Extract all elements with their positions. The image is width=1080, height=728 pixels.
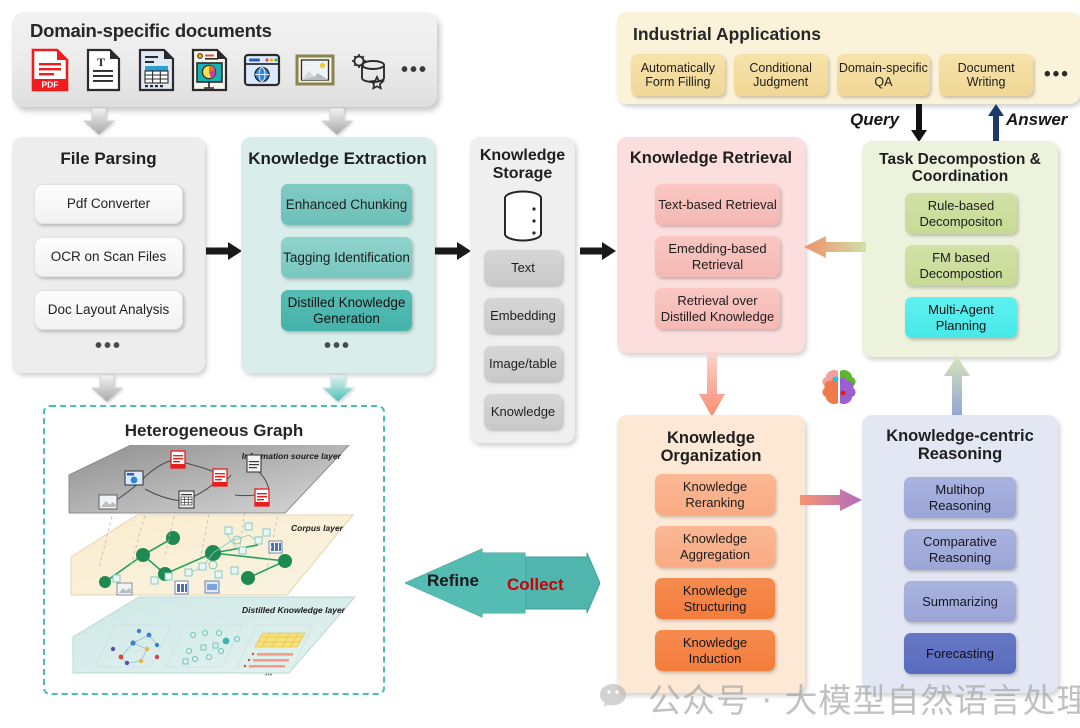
- arrow-file-parsing-to-extraction: [206, 242, 242, 260]
- knowledge-extraction-item-2[interactable]: Distilled Knowledge Generation: [281, 290, 412, 331]
- image-file-icon: [295, 54, 335, 86]
- knowledge-extraction-panel: Knowledge Extraction Enhanced Chunking T…: [241, 137, 434, 373]
- task-decomposition-title: Task Decompostion & Coordination: [879, 151, 1041, 186]
- graph-layers-illustration: Distilled Knowledge layer ••• Corpus lay…: [68, 445, 357, 679]
- task-decomposition-item-1[interactable]: FM based Decompostion: [905, 245, 1017, 286]
- knowledge-reasoning-item-3[interactable]: Forecasting: [904, 633, 1016, 674]
- file-parsing-item-2[interactable]: Doc Layout Analysis: [34, 290, 183, 330]
- database-cylinder-icon: [504, 190, 542, 242]
- knowledge-extraction-item-0[interactable]: Enhanced Chunking: [281, 184, 412, 225]
- file-parsing-panel: File Parsing Pdf Converter OCR on Scan F…: [12, 137, 205, 373]
- task-decomposition-item-0[interactable]: Rule-based Decompositon: [905, 193, 1017, 234]
- industrial-applications-panel: Industrial Applications Automatically Fo…: [617, 12, 1080, 104]
- collect-label: Collect: [507, 575, 564, 594]
- knowledge-organization-title: Knowledge Organization: [660, 429, 762, 466]
- arrow-retrieval-to-organization: [699, 352, 725, 417]
- knowledge-reasoning-item-0[interactable]: Multihop Reasoning: [904, 477, 1016, 518]
- knowledge-organization-item-3[interactable]: Knowledge Induction: [655, 630, 775, 671]
- file-parsing-item-0[interactable]: Pdf Converter: [34, 184, 183, 224]
- svg-text:•••: •••: [265, 672, 273, 679]
- arrow-extraction-to-storage: [435, 242, 471, 260]
- arrow-extraction-to-graph: [321, 375, 355, 402]
- industrial-app-item-2[interactable]: Domain-specific QA: [836, 54, 931, 96]
- knowledge-retrieval-item-2[interactable]: Retrieval over Distilled Knowledge: [655, 288, 780, 329]
- answer-label: Answer: [1006, 110, 1068, 129]
- task-decomposition-panel: Task Decompostion & Coordination Rule-ba…: [862, 141, 1058, 357]
- knowledge-organization-item-1[interactable]: Knowledge Aggregation: [655, 526, 775, 567]
- arrow-reasoning-to-taskdec: [944, 356, 970, 418]
- web-page-icon: [243, 53, 281, 87]
- spreadsheet-icon: [138, 48, 175, 92]
- knowledge-storage-panel: Knowledge Storage Text Embedding Image/t…: [470, 137, 575, 443]
- layer-label-corpus: Corpus layer: [291, 523, 344, 533]
- arrow-file-parsing-to-graph: [90, 375, 124, 402]
- industrial-applications-row: Automatically Form Filling Conditional J…: [631, 54, 1070, 96]
- knowledge-retrieval-item-1[interactable]: Emedding-based Retrieval: [655, 236, 780, 277]
- industrial-app-item-3[interactable]: Document Writing: [939, 54, 1033, 96]
- heterogeneous-graph-title: Heterogeneous Graph: [124, 421, 304, 440]
- domain-documents-title: Domain-specific documents: [30, 20, 272, 41]
- arrow-storage-to-retrieval: [580, 242, 616, 260]
- knowledge-organization-item-2[interactable]: Knowledge Structuring: [655, 578, 775, 619]
- knowledge-storage-item-1[interactable]: Embedding: [484, 298, 562, 333]
- knowledge-retrieval-panel: Knowledge Retrieval Text-based Retrieval…: [617, 137, 805, 353]
- refine-collect-group: Refine Collect: [405, 543, 600, 623]
- knowledge-reasoning-title: Knowledge-centric Reasoning: [886, 427, 1034, 464]
- arrow-organization-to-reasoning: [800, 489, 862, 511]
- knowledge-reasoning-item-2[interactable]: Summarizing: [904, 581, 1016, 622]
- arrow-taskdec-to-retrieval: [804, 236, 866, 258]
- industrial-applications-title: Industrial Applications: [633, 24, 821, 44]
- knowledge-retrieval-title: Knowledge Retrieval: [629, 149, 793, 167]
- database-settings-icon: [352, 54, 385, 90]
- knowledge-extraction-more-dots: •••: [323, 335, 351, 357]
- layer-label-distilled: Distilled Knowledge layer: [242, 605, 346, 615]
- file-parsing-more-dots: •••: [94, 335, 122, 357]
- knowledge-extraction-title: Knowledge Extraction: [248, 149, 427, 168]
- knowledge-storage-item-2[interactable]: Image/table: [484, 346, 562, 381]
- knowledge-reasoning-item-1[interactable]: Comparative Reasoning: [904, 529, 1016, 570]
- industrial-applications-more-dots: •••: [1044, 64, 1070, 85]
- file-parsing-item-1[interactable]: OCR on Scan Files: [34, 237, 183, 277]
- knowledge-storage-item-3[interactable]: Knowledge: [484, 394, 562, 429]
- query-arrow: [911, 104, 927, 142]
- knowledge-retrieval-item-0[interactable]: Text-based Retrieval: [655, 184, 780, 225]
- brain-cluster-icon: [822, 369, 856, 405]
- documents-more-dots: •••: [401, 58, 429, 81]
- arrow-docs-to-file-parsing: [82, 108, 116, 135]
- svg-text:PDF: PDF: [42, 80, 59, 90]
- presentation-chart-icon: [191, 48, 228, 92]
- knowledge-reasoning-panel: Knowledge-centric Reasoning Multihop Rea…: [862, 415, 1058, 693]
- svg-text:T: T: [97, 55, 105, 69]
- knowledge-extraction-item-1[interactable]: Tagging Identification: [281, 237, 412, 278]
- task-decomposition-item-2[interactable]: Multi-Agent Planning: [905, 297, 1017, 338]
- pdf-file-icon: PDF: [31, 48, 69, 92]
- text-document-icon: T: [86, 48, 121, 92]
- knowledge-storage-item-0[interactable]: Text: [484, 250, 562, 285]
- answer-arrow: [988, 104, 1004, 142]
- heterogeneous-graph-panel: Heterogeneous Graph Distilled Knowledge …: [43, 405, 385, 695]
- document-icon-row: PDF T •••: [28, 46, 426, 94]
- industrial-app-item-0[interactable]: Automatically Form Filling: [631, 54, 725, 96]
- knowledge-organization-item-0[interactable]: Knowledge Reranking: [655, 474, 775, 515]
- knowledge-storage-title: Knowledge Storage: [479, 147, 566, 182]
- industrial-app-item-1[interactable]: Conditional Judgment: [733, 54, 828, 96]
- query-label: Query: [850, 110, 900, 129]
- file-parsing-title: File Parsing: [60, 149, 157, 168]
- refine-label: Refine: [427, 571, 479, 590]
- arrow-docs-to-knowledge-extraction: [320, 108, 354, 135]
- knowledge-organization-panel: Knowledge Organization Knowledge Reranki…: [617, 415, 805, 693]
